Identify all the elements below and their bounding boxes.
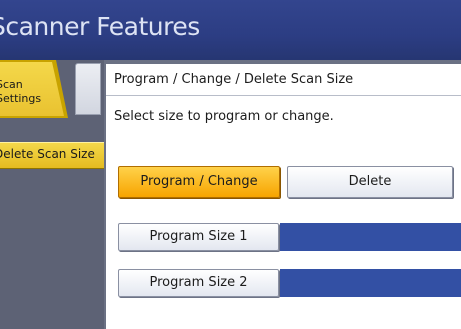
tab-scan-settings-label: Scan Settings bbox=[0, 78, 42, 105]
dialog-title: Program / Change / Delete Scan Size bbox=[114, 72, 354, 87]
program-size-1-value bbox=[280, 223, 461, 251]
program-size-1-button[interactable]: Program Size 1 bbox=[118, 223, 279, 251]
delete-button[interactable]: Delete bbox=[287, 166, 453, 198]
program-size-1-row: Program Size 1 bbox=[118, 223, 461, 251]
menu-item-delete-scan-size[interactable]: Delete Scan Size bbox=[0, 142, 104, 169]
program-size-2-value bbox=[280, 269, 461, 297]
menu-item-label: Delete Scan Size bbox=[0, 147, 95, 161]
tab-next[interactable] bbox=[75, 63, 101, 115]
screen-title: Scanner Features bbox=[0, 12, 200, 41]
program-change-button[interactable]: Program / Change bbox=[118, 166, 280, 198]
dialog-instruction: Select size to program or change. bbox=[114, 109, 334, 124]
program-size-2-row: Program Size 2 bbox=[118, 269, 461, 297]
title-bar: Scanner Features bbox=[0, 0, 461, 60]
program-size-2-button[interactable]: Program Size 2 bbox=[118, 269, 279, 297]
scan-size-dialog: Program / Change / Delete Scan Size Sele… bbox=[106, 64, 461, 329]
dialog-title-bar: Program / Change / Delete Scan Size bbox=[106, 64, 461, 96]
